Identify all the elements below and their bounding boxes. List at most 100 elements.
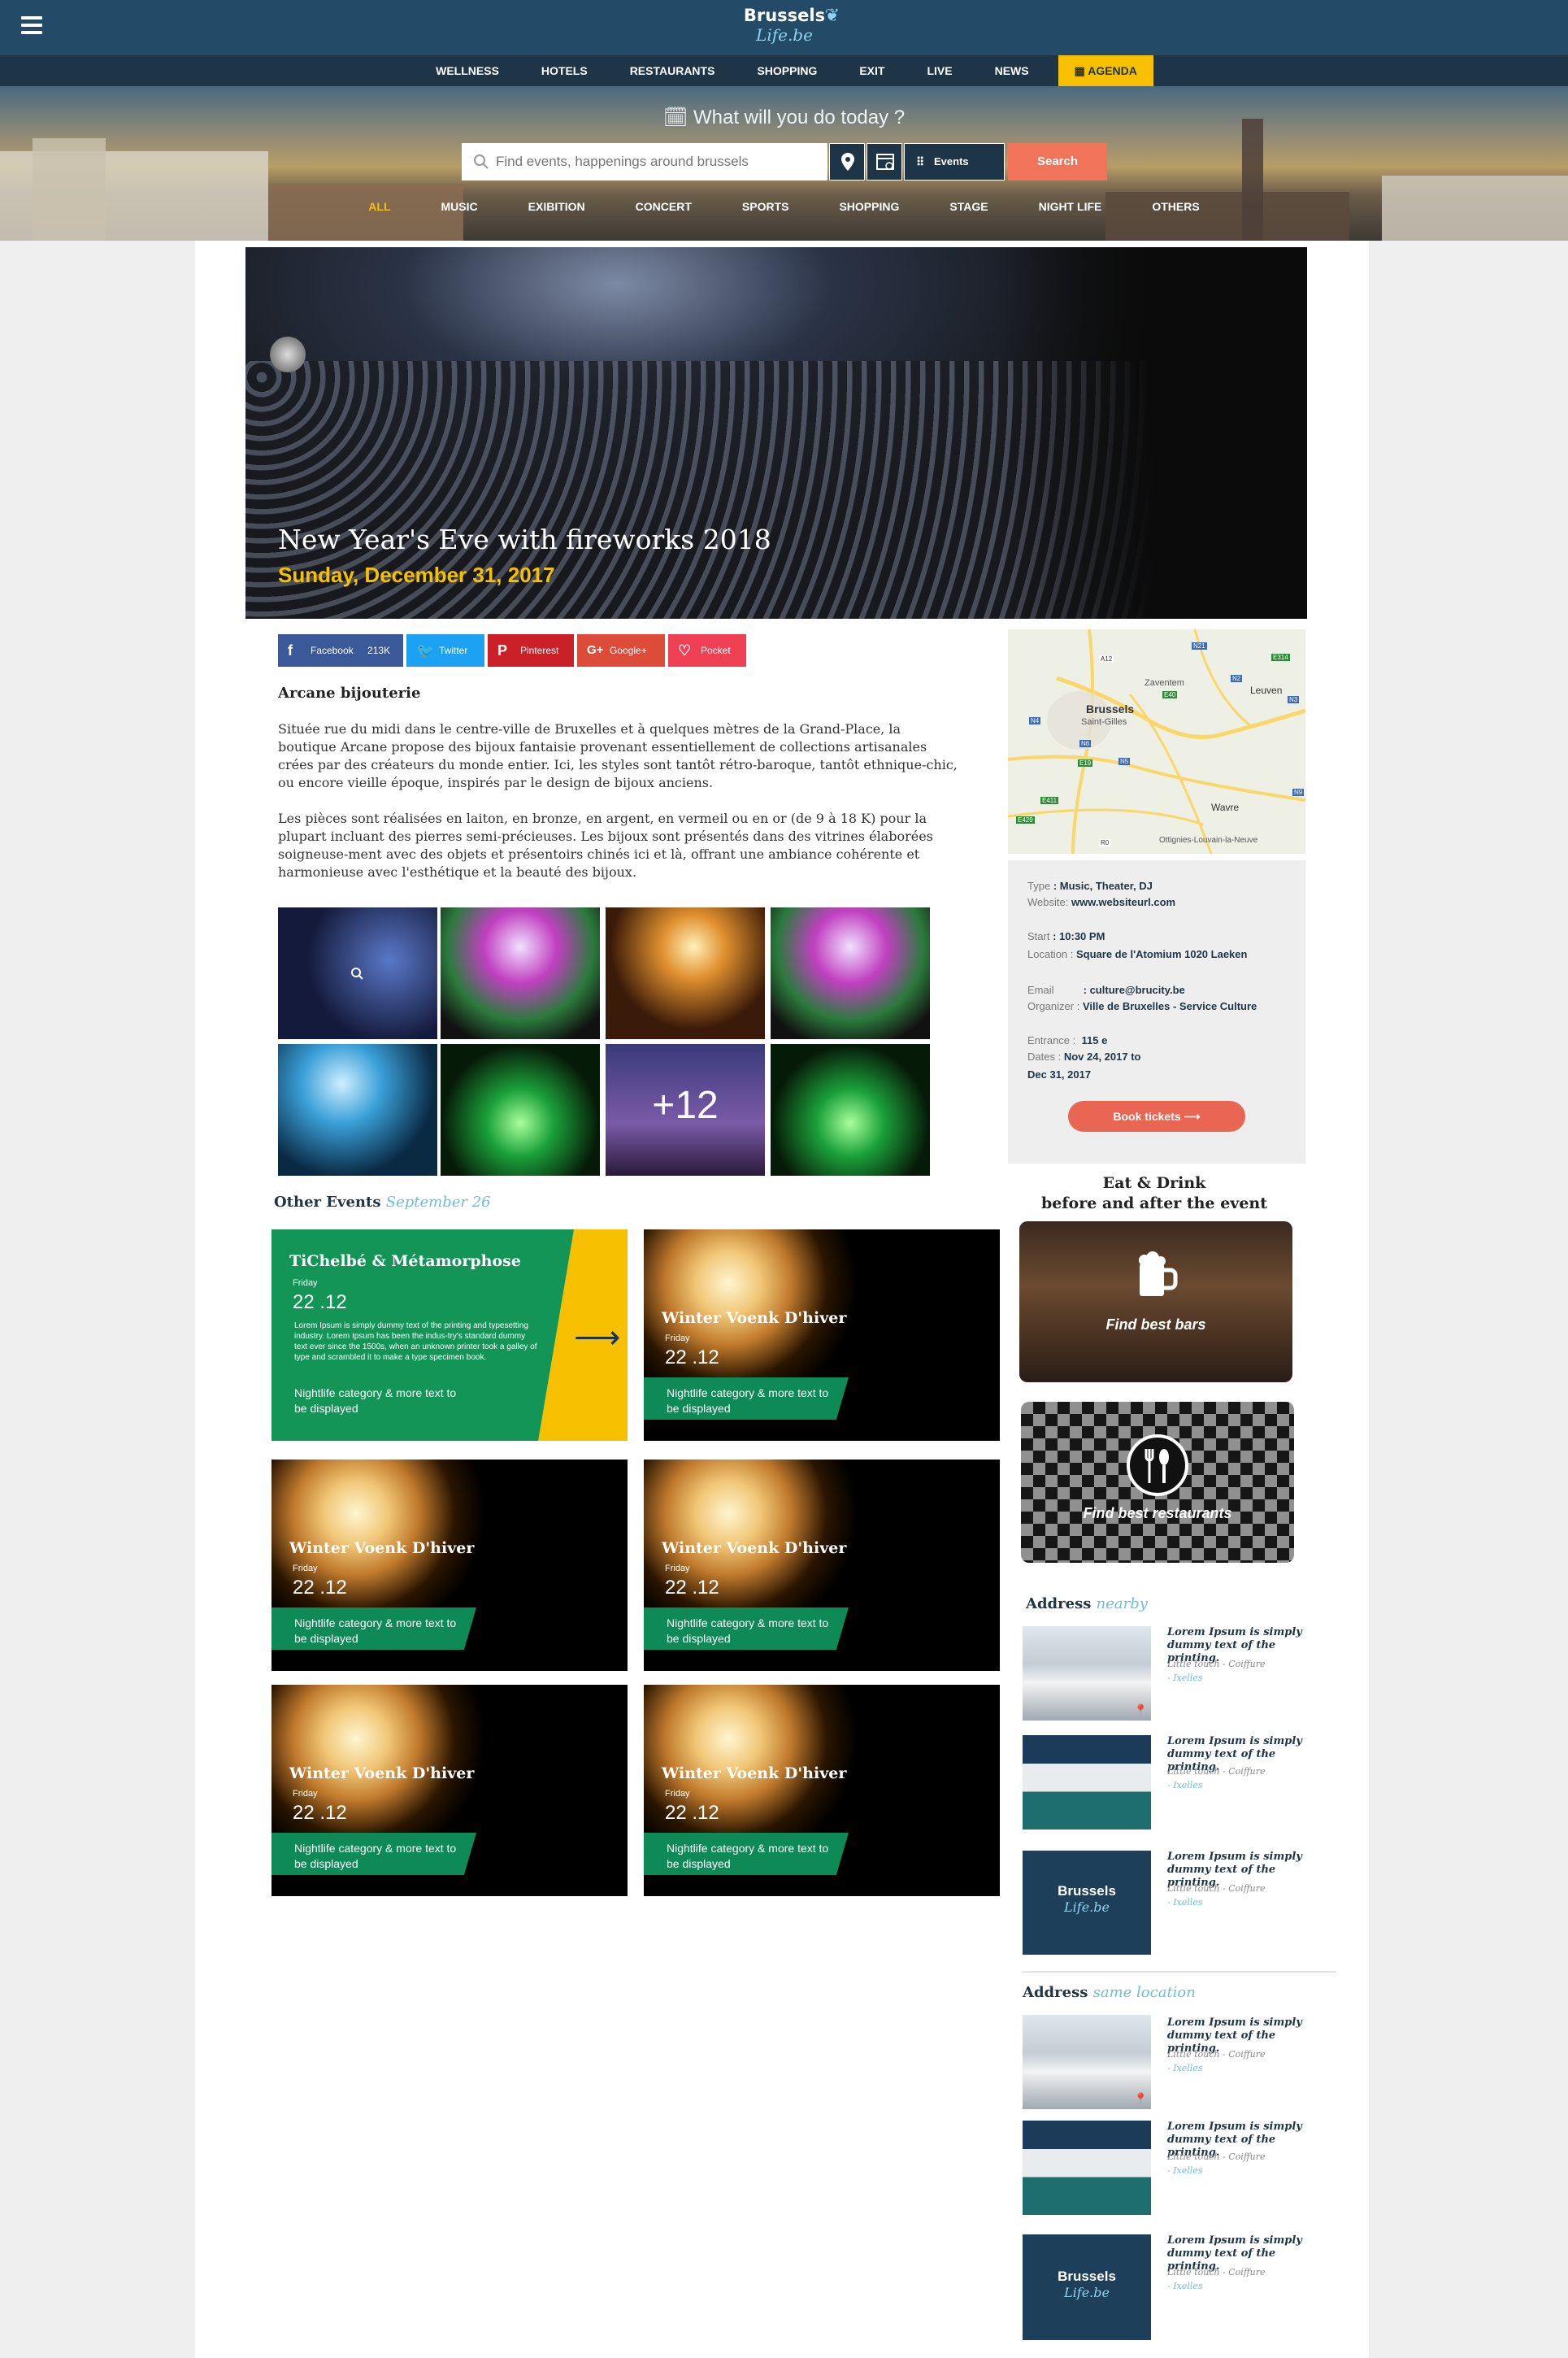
dj-image xyxy=(998,247,1307,619)
tab-concert[interactable]: CONCERT xyxy=(610,200,717,213)
address-thumb-logo[interactable]: Brussels Life.be xyxy=(1023,1851,1151,1955)
tab-night-life[interactable]: NIGHT LIFE xyxy=(1014,200,1127,213)
eat-drink-title: Eat & Drink before and after the event xyxy=(1000,1173,1309,1214)
find-restaurants-card[interactable]: Find best restaurants xyxy=(1021,1402,1294,1563)
card-day: Friday xyxy=(665,1333,690,1343)
location-map[interactable]: Brussels Saint-Gilles Zaventem Leuven Wa… xyxy=(1008,629,1305,854)
address-thumb[interactable] xyxy=(1023,2121,1151,2215)
tab-exibition[interactable]: EXIBITION xyxy=(503,200,610,213)
nav-shopping[interactable]: SHOPPING xyxy=(736,55,838,86)
road-label: N21 xyxy=(1192,642,1207,650)
tab-stage[interactable]: STAGE xyxy=(924,200,1013,213)
road-label: N9 xyxy=(1292,789,1305,796)
hero-search: 🗓 What will you do today ? ⠿ Events Sear… xyxy=(0,86,1568,241)
location-button[interactable] xyxy=(829,143,865,181)
card-title: Winter Voenk D'hiver xyxy=(289,1764,475,1782)
gallery-image[interactable] xyxy=(771,907,930,1039)
share-google-plus[interactable]: G+ Google+ xyxy=(577,634,665,667)
address-location: - Ixelles xyxy=(1167,1673,1203,1683)
address-sub: Little touch - Coiffure xyxy=(1167,1766,1266,1777)
card-title: Winter Voenk D'hiver xyxy=(662,1764,847,1782)
fork-knife-icon xyxy=(1127,1434,1188,1496)
event-card[interactable]: Winter Voenk D'hiver Friday 22 .12 Night… xyxy=(644,1460,1000,1671)
share-count: 213K xyxy=(367,645,391,656)
type-select[interactable]: ⠿ Events xyxy=(904,143,1005,181)
event-card[interactable]: Winter Voenk D'hiver Friday 22 .12 Night… xyxy=(644,1229,1000,1441)
address-location: - Ixelles xyxy=(1167,2281,1203,2291)
find-bars-card[interactable]: Find best bars xyxy=(1019,1221,1292,1382)
map-label: Leuven xyxy=(1250,685,1283,696)
event-card[interactable]: Winter Voenk D'hiver Friday 22 .12 Night… xyxy=(271,1685,628,1896)
road-label: N5 xyxy=(1118,758,1131,765)
search-button[interactable]: Search xyxy=(1008,143,1107,181)
address-thumb[interactable]: 📍 xyxy=(1023,2015,1151,2109)
gallery-image[interactable] xyxy=(441,1044,600,1176)
share-pocket[interactable]: ♡ Pocket xyxy=(668,634,746,667)
hero-question: 🗓 What will you do today ? xyxy=(0,106,1568,129)
nav-live[interactable]: LIVE xyxy=(906,55,973,86)
gallery-image[interactable] xyxy=(771,1044,930,1176)
logo-text: Brussels xyxy=(743,6,826,25)
event-card[interactable]: Winter Voenk D'hiver Friday 22 .12 Night… xyxy=(271,1460,628,1671)
tab-music[interactable]: MUSIC xyxy=(416,200,503,213)
info-website: Website: www.websiteurl.com xyxy=(1027,896,1175,908)
address-meta: Little touch - Coiffure - Ixelles xyxy=(1167,2265,1265,2293)
tab-shopping[interactable]: SHOPPING xyxy=(814,200,924,213)
tab-others[interactable]: OTHERS xyxy=(1127,200,1224,213)
card-day: Friday xyxy=(665,1789,690,1799)
card-day: Friday xyxy=(293,1564,318,1573)
road-label: E19 xyxy=(1078,759,1093,767)
address-thumb[interactable] xyxy=(1023,1735,1151,1829)
gallery-image[interactable] xyxy=(278,1044,437,1176)
address-thumb-logo[interactable]: Brussels Life.be xyxy=(1023,2234,1151,2340)
main-nav: WELLNESS HOTELS RESTAURANTS SHOPPING EXI… xyxy=(0,55,1568,86)
site-logo[interactable]: Brussels Life.be ❦ xyxy=(736,5,840,52)
road-label: R0 xyxy=(1099,839,1111,846)
calendar-icon xyxy=(876,154,894,170)
share-label: Google+ xyxy=(610,645,647,656)
share-pinterest[interactable]: P Pinterest xyxy=(488,634,574,667)
search-bar: ⠿ Events Search xyxy=(462,143,1107,181)
info-organizer: Organizer : Ville de Bruxelles - Service… xyxy=(1027,1000,1257,1012)
featured-event-card[interactable]: TiChelbé & Métamorphose Friday 22 .12 Lo… xyxy=(271,1229,628,1441)
gallery-more[interactable]: +12 xyxy=(606,1044,765,1176)
share-twitter[interactable]: 🐦 Twitter xyxy=(406,634,484,667)
website-link[interactable]: www.websiteurl.com xyxy=(1071,896,1175,908)
nav-hotels[interactable]: HOTELS xyxy=(520,55,609,86)
section-subtitle: nearby xyxy=(1096,1595,1148,1612)
info-dates-end: Dec 31, 2017 xyxy=(1027,1068,1092,1081)
card-date: 22 .12 xyxy=(293,1577,347,1599)
date-button[interactable] xyxy=(867,143,902,181)
road-label: N2 xyxy=(1231,675,1243,682)
tab-sports[interactable]: SPORTS xyxy=(717,200,814,213)
menu-icon[interactable] xyxy=(21,16,42,34)
nav-exit[interactable]: EXIT xyxy=(838,55,906,86)
info-label: Organizer : xyxy=(1027,1000,1080,1012)
nav-agenda[interactable]: ▦ AGENDA xyxy=(1058,55,1153,86)
map-label: Ottignies-Louvain-la-Neuve xyxy=(1159,836,1258,845)
nav-news[interactable]: NEWS xyxy=(974,55,1050,86)
email-link[interactable]: : culture@brucity.be xyxy=(1084,984,1185,996)
share-label: Pocket xyxy=(701,645,731,656)
arrow-right-icon: ⟶ xyxy=(1184,1110,1201,1123)
search-input[interactable] xyxy=(462,143,827,181)
arrow-right-icon[interactable]: ⟶ xyxy=(574,1319,620,1356)
card-category: Nightlife category & more text to be dis… xyxy=(667,1616,829,1645)
gallery-image[interactable] xyxy=(278,907,437,1039)
address-thumb[interactable]: 📍 xyxy=(1023,1626,1151,1721)
book-tickets-button[interactable]: Book tickets ⟶ xyxy=(1068,1101,1245,1132)
tab-all[interactable]: ALL xyxy=(343,200,415,213)
address-location: - Ixelles xyxy=(1167,1897,1203,1908)
nav-restaurants[interactable]: RESTAURANTS xyxy=(609,55,736,86)
event-card[interactable]: Winter Voenk D'hiver Friday 22 .12 Night… xyxy=(644,1685,1000,1896)
share-facebook[interactable]: f Facebook 213K xyxy=(278,634,403,667)
card-date: 22 .12 xyxy=(293,1291,347,1313)
address-same-title: Address same location xyxy=(1023,1984,1196,2001)
info-value: Ville de Bruxelles - Service Culture xyxy=(1082,1000,1257,1012)
address-sub: Little touch - Coiffure xyxy=(1167,2049,1266,2060)
gallery-image[interactable] xyxy=(441,907,600,1039)
category-tabs: ALL MUSIC EXIBITION CONCERT SPORTS SHOPP… xyxy=(0,200,1568,213)
info-value: : 10:30 PM xyxy=(1053,930,1105,942)
nav-wellness[interactable]: WELLNESS xyxy=(415,55,520,86)
gallery-image[interactable] xyxy=(606,907,765,1039)
